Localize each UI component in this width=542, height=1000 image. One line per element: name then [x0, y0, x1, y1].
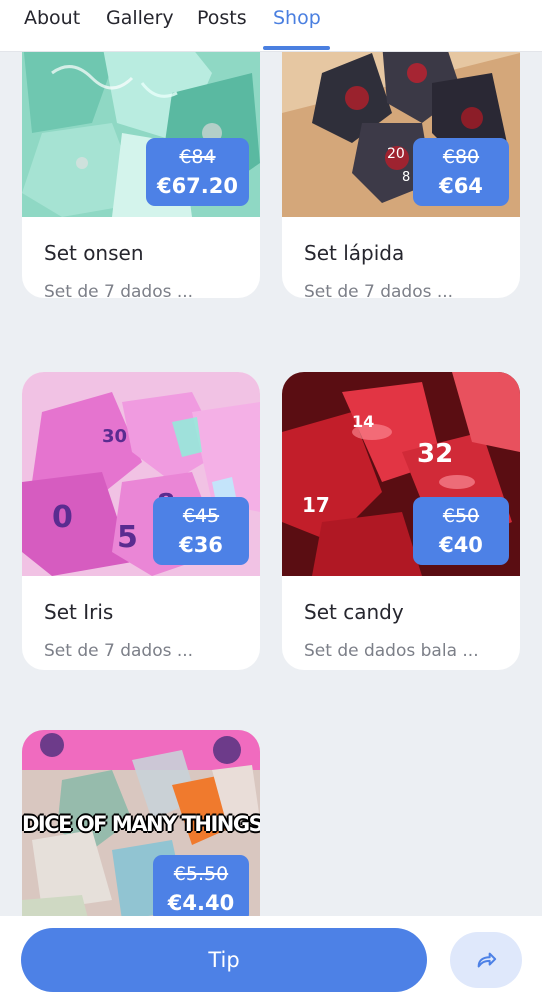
- product-card-set-onsen[interactable]: €84 €67.20 Set onsen Set de 7 dados ...: [22, 52, 260, 298]
- svg-text:0: 0: [52, 500, 73, 535]
- original-price: €5.50: [173, 863, 229, 885]
- product-description: Set de 7 dados ...: [44, 641, 194, 661]
- price-badge: €5.50 €4.40: [153, 855, 249, 916]
- tab-gallery[interactable]: Gallery: [106, 5, 174, 31]
- product-description: Set de 7 dados ...: [44, 282, 194, 298]
- share-button[interactable]: [450, 932, 522, 988]
- sale-price: €36: [179, 533, 223, 557]
- product-description: Set de 7 dados ...: [304, 282, 454, 298]
- product-image: 20 8 €80 €64: [282, 52, 520, 217]
- sale-price: €64: [439, 174, 483, 198]
- price-badge: €80 €64: [413, 138, 509, 206]
- product-card-dice-of-many-things[interactable]: DICE OF MANY THINGS €5.50 €4.40: [22, 730, 260, 916]
- original-price: €50: [442, 505, 480, 527]
- product-card-set-iris[interactable]: 0 5 8 30 €45 €36 Set Iris Set de 7 dados…: [22, 372, 260, 670]
- product-image: DICE OF MANY THINGS €5.50 €4.40: [22, 730, 260, 916]
- svg-text:5: 5: [117, 520, 138, 555]
- price-badge: €50 €40: [413, 497, 509, 565]
- svg-text:17: 17: [302, 493, 330, 517]
- product-card-set-lapida[interactable]: 20 8 €80 €64 Set lápida Set de 7 dados .…: [282, 52, 520, 298]
- price-badge: €45 €36: [153, 497, 249, 565]
- product-title: Set lápida: [304, 241, 405, 265]
- svg-text:30: 30: [102, 426, 127, 447]
- product-image: 0 5 8 30 €45 €36: [22, 372, 260, 576]
- svg-text:20: 20: [387, 146, 405, 162]
- product-description: Set de dados bala ...: [304, 641, 479, 661]
- active-tab-indicator: [263, 46, 330, 50]
- sale-price: €67.20: [156, 174, 238, 198]
- svg-text:14: 14: [352, 412, 374, 431]
- product-title: Set onsen: [44, 241, 144, 265]
- top-nav: About Gallery Posts Shop: [0, 0, 542, 52]
- tip-button[interactable]: Tip: [21, 928, 427, 992]
- product-card-set-candy[interactable]: 32 17 14 €50 €40 Set candy Set de dados …: [282, 372, 520, 670]
- sale-price: €4.40: [167, 891, 235, 915]
- svg-text:8: 8: [402, 170, 410, 185]
- tab-about[interactable]: About: [24, 5, 80, 31]
- original-price: €80: [442, 146, 480, 168]
- product-image: €84 €67.20: [22, 52, 260, 217]
- product-grid: €84 €67.20 Set onsen Set de 7 dados ... …: [0, 52, 542, 916]
- product-image: 32 17 14 €50 €40: [282, 372, 520, 576]
- product-title: Set candy: [304, 600, 404, 624]
- tab-shop[interactable]: Shop: [273, 5, 321, 31]
- original-price: €84: [179, 146, 216, 168]
- share-arrow-icon: [477, 952, 497, 968]
- sale-price: €40: [439, 533, 483, 557]
- svg-text:32: 32: [417, 439, 453, 469]
- tab-posts[interactable]: Posts: [197, 5, 247, 31]
- price-badge: €84 €67.20: [145, 138, 249, 206]
- bottom-action-bar: Tip: [0, 916, 542, 1000]
- original-price: €45: [182, 505, 220, 527]
- product-title: Set Iris: [44, 600, 114, 624]
- image-overlay-text: DICE OF MANY THINGS: [22, 812, 260, 836]
